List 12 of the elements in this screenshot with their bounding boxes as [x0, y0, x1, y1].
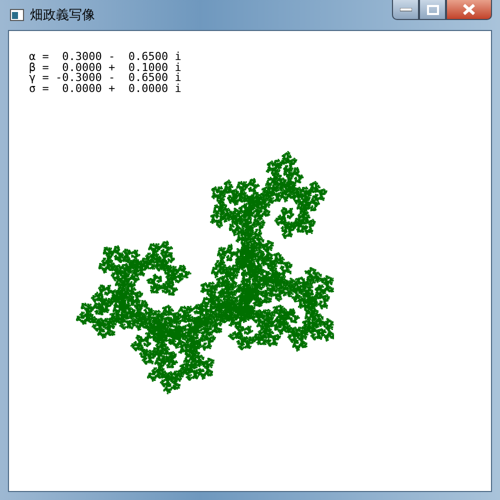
- minimize-button[interactable]: [392, 0, 419, 20]
- minimize-icon: [400, 8, 412, 12]
- parameter-text: γ = -0.3000 - 0.6500 i: [29, 73, 182, 84]
- parameter-text: α = 0.3000 - 0.6500 i: [29, 52, 182, 62]
- close-button[interactable]: [446, 0, 492, 20]
- window-title: 畑政義写像: [30, 7, 95, 24]
- close-icon: [462, 4, 476, 15]
- parameter-text: σ = 0.0000 + 0.0000 i: [29, 84, 182, 94]
- maximize-icon: [426, 4, 438, 14]
- app-icon: [10, 9, 24, 21]
- maximize-button[interactable]: [419, 0, 446, 20]
- parameter-text: β = 0.0000 + 0.1000 i: [29, 62, 182, 73]
